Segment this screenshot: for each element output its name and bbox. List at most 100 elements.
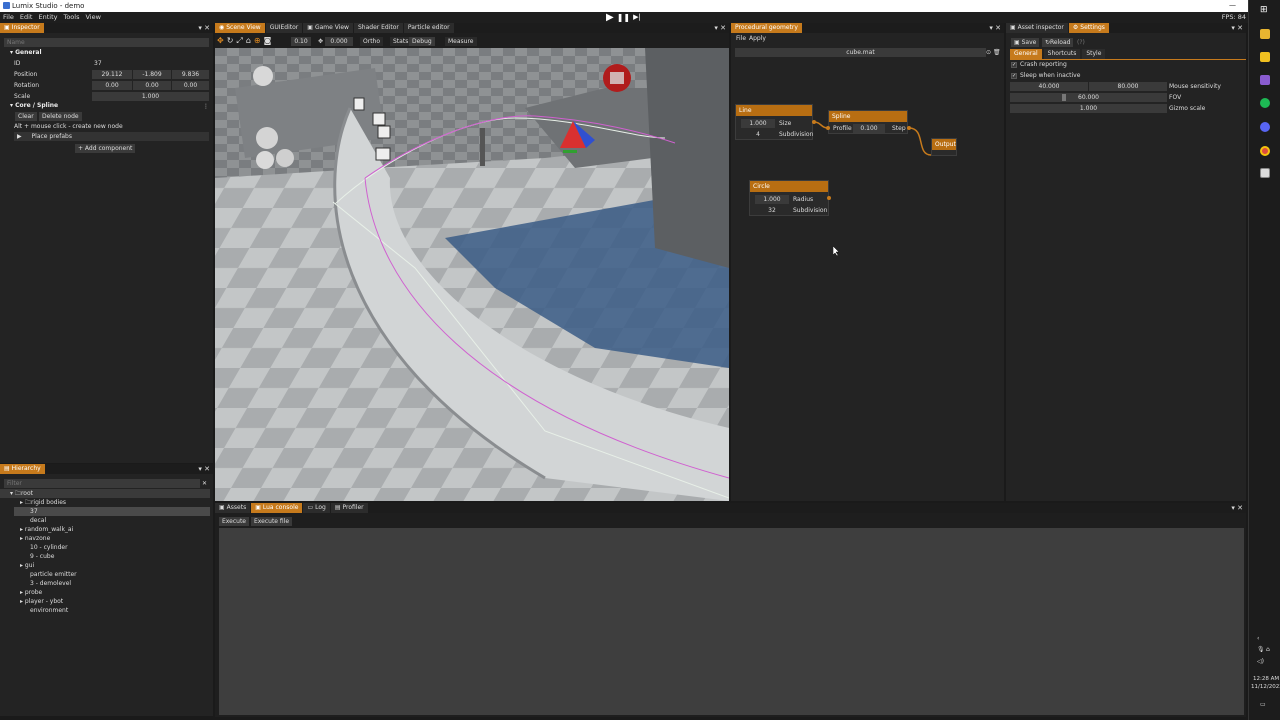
lua-code-editor[interactable] [219,528,1244,715]
gizmo-scale-field[interactable]: 1.000 [1010,104,1167,113]
tree-item[interactable]: decal [30,516,46,525]
tree-item[interactable]: ▸ gui [20,561,34,570]
rotation-z-field[interactable]: 0.00 [172,81,209,90]
crash-reporting-checkbox[interactable]: ✓ Crash reporting [1011,60,1067,69]
chrome-icon[interactable] [1260,146,1270,156]
tab-profiler[interactable]: ▤ Profiler [330,503,368,513]
tree-item[interactable]: 10 - cylinder [30,543,68,552]
tab-inspector[interactable]: ▣ Inspector [0,23,44,33]
tab-particle-editor[interactable]: Particle editor [403,23,454,33]
tab-lua-console[interactable]: ▣ Lua console [251,503,303,513]
rotation-x-field[interactable]: 0.00 [92,81,132,90]
slider-handle[interactable] [1062,94,1066,101]
execute-file-button[interactable]: Execute file [251,517,293,526]
delete-node-button[interactable]: Delete node [39,112,82,121]
panel-menu-close-icon[interactable]: ▾ ✕ [1231,23,1243,33]
add-component-button[interactable]: + Add component [75,144,136,153]
snap-angle-icon[interactable]: ✥ [318,37,323,46]
rotation-y-field[interactable]: 0.00 [133,81,171,90]
panel-menu-close-icon[interactable]: ▾ ✕ [198,464,210,474]
menu-file[interactable]: File [0,12,17,23]
tab-game-view[interactable]: ▣ Game View [303,23,353,33]
notification-icon[interactable]: ▭ [1260,700,1266,709]
measure-button[interactable]: Measure [445,37,477,46]
tree-item[interactable]: ▸ 🗀rigid bodies [20,498,66,507]
tab-hierarchy[interactable]: ▤ Hierarchy [0,464,45,474]
hierarchy-filter-input[interactable]: Filter [4,479,200,488]
spotify-icon[interactable] [1260,98,1270,108]
position-z-field[interactable]: 9.836 [172,70,209,79]
execute-button[interactable]: Execute [219,517,249,526]
windows-start-icon[interactable]: ⊞ [1260,5,1270,15]
debug-button[interactable]: Debug [409,37,435,46]
tree-item-root[interactable]: ▾ 🗀root [0,489,210,498]
tab-shortcuts[interactable]: Shortcuts [1043,49,1081,59]
play-button[interactable]: ▶ [606,12,614,23]
screenshot-icon[interactable]: ◙ [264,36,272,46]
step-button[interactable]: ▶| [633,12,641,23]
clear-filter-icon[interactable]: ✕ [202,479,207,488]
move-icon[interactable]: ✥ [217,36,224,46]
save-button[interactable]: ▣ Save [1011,38,1040,47]
minimize-button[interactable]: — [1223,0,1242,12]
scene-viewport[interactable] [215,48,729,501]
panel-menu-close-icon[interactable]: ▾ ✕ [198,23,210,33]
mouse-sens-x-field[interactable]: 40.000 [1010,82,1088,91]
scale-field[interactable]: 1.000 [92,92,209,101]
reload-button[interactable]: ↻Reload [1042,38,1074,47]
discord-icon[interactable] [1260,122,1270,132]
tab-gui-editor[interactable]: GUIEditor [265,23,303,33]
network-icon[interactable]: ⌂ [1266,645,1270,654]
menu-entity[interactable]: Entity [35,12,60,23]
tree-item[interactable]: 3 - demolevel [30,579,71,588]
angle-field[interactable]: 0.000 [325,37,353,46]
chevron-up-icon[interactable]: ‹ [1257,634,1259,643]
panel-menu-close-icon[interactable]: ▾ ✕ [1231,503,1243,513]
tab-style[interactable]: Style [1082,49,1106,59]
panel-menu-close-icon[interactable]: ▾ ✕ [714,23,726,33]
gizmo-icon[interactable]: ⊕ [254,36,261,46]
volume-icon[interactable]: ◁) [1257,657,1264,666]
component-menu-icon[interactable]: ⋮ [203,102,209,111]
tree-item[interactable]: ▸ random_walk_ai [20,525,73,534]
tab-assets[interactable]: ▣ Assets [215,503,251,513]
tree-item-selected[interactable]: 37 [14,507,210,516]
sleep-inactive-checkbox[interactable]: ✓ Sleep when inactive [1011,71,1080,80]
notes-icon[interactable] [1260,52,1270,62]
clear-button[interactable]: Clear [15,112,37,121]
menu-view[interactable]: View [82,12,103,23]
help-marker[interactable]: (?) [1077,38,1085,47]
pause-button[interactable]: ❚❚ [617,12,630,23]
rotate-icon[interactable]: ↻ [227,36,234,46]
snap-field[interactable]: 0.10 [291,37,311,46]
tree-item[interactable]: 9 - cube [30,552,54,561]
tree-item[interactable]: ▸ navzone [20,534,50,543]
position-x-field[interactable]: 29.112 [92,70,132,79]
home-icon[interactable]: ⌂ [246,36,251,46]
menu-edit[interactable]: Edit [17,12,36,23]
name-input[interactable]: Name [4,38,209,47]
tree-item[interactable]: environment [30,606,68,615]
mouse-sens-y-field[interactable]: 80.000 [1089,82,1167,91]
tab-asset-inspector[interactable]: ▣ Asset inspector [1006,23,1068,33]
lumix-studio-icon[interactable] [1260,168,1270,178]
visual-studio-icon[interactable] [1260,75,1270,85]
ortho-button[interactable]: Ortho [360,37,384,46]
tab-shader-editor[interactable]: Shader Editor [353,23,403,33]
tab-general[interactable]: General [1010,49,1042,59]
tab-log[interactable]: ▭ Log [303,503,330,513]
tab-settings[interactable]: ⚙ Settings [1068,23,1109,33]
fov-slider[interactable]: 60.000 [1010,93,1167,102]
spline-header[interactable]: ▾ Core / Spline [0,101,213,111]
tab-scene-view[interactable]: ◉ Scene View [215,23,265,33]
file-explorer-icon[interactable] [1260,29,1270,39]
tree-item[interactable]: ▸ probe [20,588,42,597]
general-header[interactable]: ▾ General [0,48,213,58]
microphone-icon[interactable]: 🎙 [1257,645,1265,654]
menu-tools[interactable]: Tools [60,12,82,23]
clock-date[interactable]: 11/12/2022 [1251,683,1280,692]
position-y-field[interactable]: -1.809 [133,70,171,79]
place-prefabs-toggle[interactable]: ▶ Place prefabs [14,132,209,141]
tree-item[interactable]: particle emitter [30,570,77,579]
scale-icon[interactable]: ⤢ [236,36,242,46]
